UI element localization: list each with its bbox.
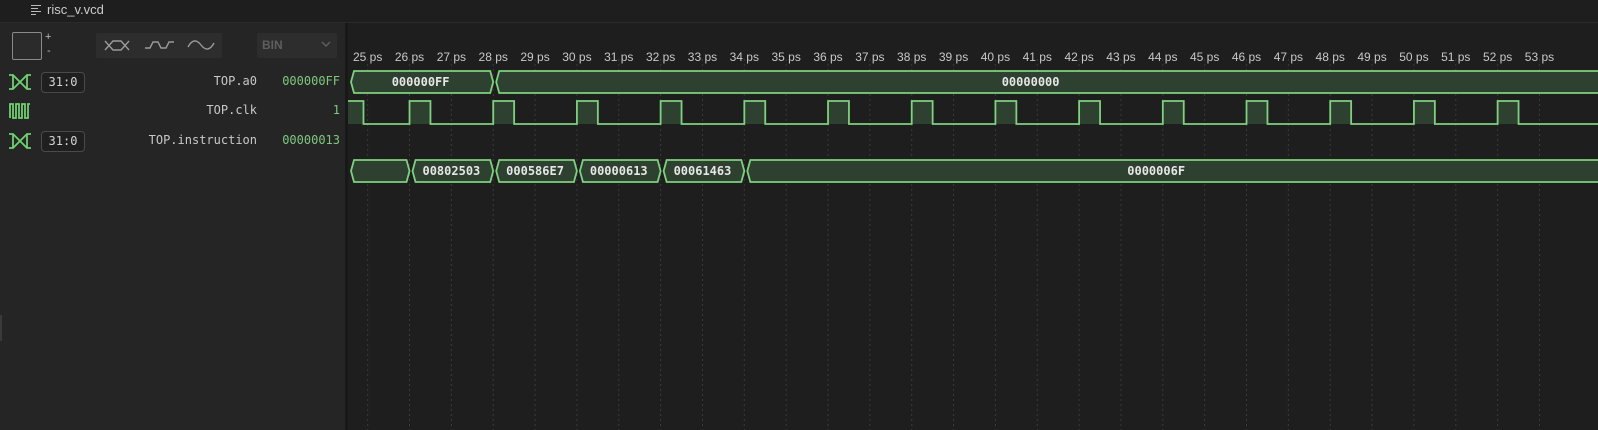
clk-high-fill (1330, 101, 1352, 124)
signal-value: 000000FF (282, 74, 340, 88)
a0-value-label: 00000000 (1002, 75, 1060, 89)
time-tick-label: 30 ps (562, 50, 591, 64)
time-tick-label: 34 ps (730, 50, 759, 64)
bus-icon (8, 73, 32, 91)
step-style-icon[interactable] (138, 33, 180, 58)
signal-panel: + - BIN 31:0 TOP.a0 000000FF TOP.clk 1 3… (0, 23, 346, 430)
chevron-down-icon (321, 41, 331, 47)
zoom-out-button[interactable]: - (47, 45, 51, 57)
render-style-group (96, 33, 222, 58)
time-tick-label: 50 ps (1399, 50, 1428, 64)
time-tick-label: 25 ps (353, 50, 382, 64)
clk-high-fill (1079, 101, 1101, 124)
time-tick-label: 47 ps (1274, 50, 1303, 64)
time-tick-label: 52 ps (1483, 50, 1512, 64)
bit-width-badge: 31:0 (41, 72, 85, 93)
format-select[interactable]: BIN (257, 33, 337, 58)
bus-icon (8, 132, 32, 150)
instruction-value-label: 0000006F (1127, 164, 1185, 178)
clk-high-fill (576, 101, 598, 124)
time-tick-label: 49 ps (1357, 50, 1386, 64)
waveform-viewport[interactable]: s25 ps26 ps27 ps28 ps29 ps30 ps31 ps32 p… (348, 23, 1598, 430)
format-select-value: BIN (262, 38, 283, 52)
clk-high-fill (660, 101, 682, 124)
clk-high-fill (348, 101, 364, 124)
clk-high-fill (1413, 101, 1435, 124)
time-tick-label: 31 ps (604, 50, 633, 64)
instruction-segment (350, 159, 411, 183)
signal-row-instruction[interactable]: 31:0 TOP.instruction 00000013 (0, 128, 346, 154)
signal-row-clk[interactable]: TOP.clk 1 (0, 98, 346, 124)
tab-title[interactable]: risc_v.vcd (47, 2, 104, 17)
instruction-value-label: 00000613 (590, 164, 648, 178)
clk-high-fill (828, 101, 849, 124)
time-tick-label: 40 ps (981, 50, 1010, 64)
clock-icon (8, 102, 32, 120)
clk-high-fill (911, 101, 933, 124)
clk-high-fill (744, 101, 766, 124)
clk-high-fill (1162, 101, 1184, 124)
time-tick-label: 41 ps (1023, 50, 1052, 64)
instruction-value-label: 000586E7 (506, 164, 564, 178)
instruction-value-label: 00802503 (422, 164, 480, 178)
time-tick-label: 36 ps (813, 50, 842, 64)
time-tick-label: 26 ps (395, 50, 424, 64)
bit-width-badge: 31:0 (41, 131, 85, 152)
analog-style-icon[interactable] (180, 33, 222, 58)
time-tick-label: 28 ps (479, 50, 508, 64)
signal-value: 00000013 (282, 133, 340, 147)
time-tick-label: 38 ps (897, 50, 926, 64)
clk-high-fill (409, 101, 431, 124)
time-tick-label: 43 ps (1106, 50, 1135, 64)
time-tick-label: 29 ps (520, 50, 549, 64)
time-tick-label: 53 ps (1525, 50, 1554, 64)
time-tick-label: 37 ps (855, 50, 884, 64)
signal-name: TOP.a0 (213, 74, 257, 88)
time-tick-label: 35 ps (771, 50, 800, 64)
color-swatch-button[interactable] (12, 32, 42, 60)
a0-value-label: 000000FF (392, 75, 450, 89)
time-tick-label: 48 ps (1316, 50, 1345, 64)
signal-name: TOP.instruction (148, 133, 257, 147)
time-tick-label: 46 ps (1232, 50, 1261, 64)
clk-high-fill (995, 101, 1017, 124)
signal-name: TOP.clk (206, 103, 257, 117)
signal-value: 1 (332, 103, 340, 117)
time-tick-label: 42 ps (1064, 50, 1093, 64)
clk-high-fill (1497, 101, 1519, 124)
instruction-value-label: 00061463 (674, 164, 732, 178)
time-tick-label: 32 ps (646, 50, 675, 64)
panel-resize-handle[interactable] (0, 315, 2, 341)
zoom-in-button[interactable]: + (45, 31, 51, 43)
signal-row-a0[interactable]: 31:0 TOP.a0 000000FF (0, 69, 346, 95)
document-icon (31, 5, 41, 16)
time-tick-label: 27 ps (437, 50, 466, 64)
clk-high-fill (493, 101, 515, 124)
time-tick-label: 44 ps (1148, 50, 1177, 64)
time-tick-label: 51 ps (1441, 50, 1470, 64)
clk-high-fill (1246, 101, 1268, 124)
time-tick-label: 33 ps (688, 50, 717, 64)
bus-style-icon[interactable] (96, 33, 138, 58)
time-tick-label: 45 ps (1190, 50, 1219, 64)
waveform-canvas[interactable]: s25 ps26 ps27 ps28 ps29 ps30 ps31 ps32 p… (348, 23, 1598, 430)
tab-bar: risc_v.vcd (0, 0, 1598, 23)
time-tick-label: 39 ps (939, 50, 968, 64)
